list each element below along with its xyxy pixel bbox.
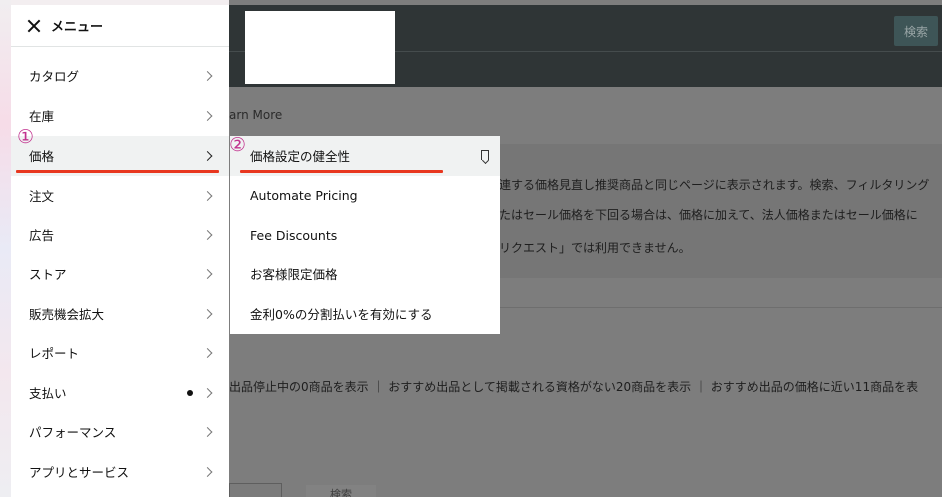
- logo-placeholder: [245, 11, 395, 84]
- annotation-marker-1: ①: [17, 126, 35, 148]
- menu-item-performance[interactable]: パフォーマンス: [11, 412, 229, 452]
- menu-item-advertising[interactable]: 広告: [11, 215, 229, 255]
- background-header: 検索: [229, 5, 942, 87]
- submenu-item-label: Fee Discounts: [250, 228, 338, 244]
- chevron-right-icon: [202, 229, 213, 240]
- bookmark-icon[interactable]: [481, 150, 489, 160]
- menu-header: メニュー: [11, 5, 229, 47]
- submenu-item-automate-pricing[interactable]: Automate Pricing: [230, 176, 500, 216]
- menu-item-inventory[interactable]: 在庫: [11, 96, 229, 136]
- header-search-button[interactable]: 検索: [894, 16, 938, 46]
- menu-item-reports[interactable]: レポート: [11, 333, 229, 373]
- menu-item-label: 広告: [29, 228, 55, 244]
- menu-item-stores[interactable]: ストア: [11, 254, 229, 294]
- chevron-right-icon: [202, 426, 213, 437]
- background-input[interactable]: [229, 483, 282, 497]
- menu-item-catalog[interactable]: カタログ: [11, 56, 229, 96]
- menu-item-label: 販売機会拡大: [29, 307, 105, 323]
- menu-item-payments[interactable]: 支払い: [11, 373, 229, 413]
- menu-item-label: アプリとサービス: [29, 465, 130, 481]
- side-menu: メニュー カタログ 在庫 価格 注文 広告 ストア 販売機会拡大 レポート 支払…: [11, 5, 229, 497]
- chevron-right-icon: [202, 387, 213, 398]
- chevron-right-icon: [202, 70, 213, 81]
- menu-item-label: パフォーマンス: [29, 425, 117, 441]
- menu-item-label: 在庫: [29, 109, 55, 125]
- submenu-item-label: 金利0%の分割払いを有効にする: [250, 307, 433, 323]
- menu-item-label: カタログ: [29, 69, 80, 85]
- menu-item-orders[interactable]: 注文: [11, 176, 229, 216]
- annotation-underline-2: [240, 170, 443, 173]
- submenu-item-label: お客様限定価格: [250, 267, 338, 283]
- pricing-submenu: 価格設定の健全性 Automate Pricing Fee Discounts …: [230, 136, 500, 334]
- submenu-item-label: 価格設定の健全性: [250, 149, 351, 165]
- close-icon[interactable]: [27, 19, 41, 33]
- submenu-item-zero-interest-installments[interactable]: 金利0%の分割払いを有効にする: [230, 294, 500, 334]
- submenu-item-customer-exclusive-price[interactable]: お客様限定価格: [230, 254, 500, 294]
- menu-item-label: レポート: [29, 346, 80, 362]
- notification-dot-icon: [187, 389, 193, 396]
- chevron-right-icon: [202, 466, 213, 477]
- left-edge-strip: [0, 0, 11, 497]
- section-divider: [469, 307, 942, 308]
- menu-item-label: ストア: [29, 267, 67, 283]
- info-line-1: 連する価格見直し推奨商品と同じページに表示されます。検索、フィルタリング: [499, 178, 930, 192]
- info-line-2: たはセール価格を下回る場合は、価格に加えて、法人価格またはセール価格に: [499, 208, 918, 222]
- menu-item-growth[interactable]: 販売機会拡大: [11, 294, 229, 334]
- menu-item-apps-services[interactable]: アプリとサービス: [11, 452, 229, 492]
- menu-item-label: 支払い: [29, 386, 67, 402]
- chevron-right-icon: [202, 268, 213, 279]
- info-line-3: リクエスト」では利用できません。: [499, 241, 691, 255]
- menu-item-label: 注文: [29, 189, 55, 205]
- annotation-underline-1: [16, 170, 219, 173]
- chevron-right-icon: [202, 190, 213, 201]
- background-search-button[interactable]: 検索: [306, 485, 376, 497]
- annotation-marker-2: ②: [229, 134, 247, 156]
- menu-title: メニュー: [51, 20, 104, 35]
- chevron-right-icon: [202, 110, 213, 121]
- chevron-right-icon: [202, 347, 213, 358]
- menu-item-label: 価格: [29, 149, 55, 165]
- submenu-item-fee-discounts[interactable]: Fee Discounts: [230, 216, 500, 256]
- submenu-item-label: Automate Pricing: [250, 188, 358, 204]
- chevron-right-icon: [202, 150, 213, 161]
- learn-more-link[interactable]: arn More: [229, 108, 282, 122]
- filter-links[interactable]: 出品停止中の0商品を表示 ｜ おすすめ出品として掲載される資格がない20商品を表…: [229, 378, 918, 395]
- chevron-right-icon: [202, 308, 213, 319]
